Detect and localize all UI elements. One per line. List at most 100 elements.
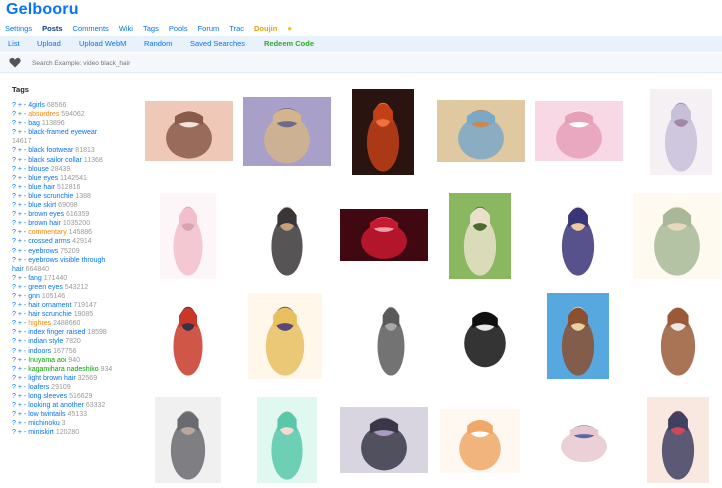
tag-add-link[interactable]: + bbox=[18, 357, 22, 364]
tag-name-link[interactable]: brown eyes bbox=[28, 211, 64, 218]
tag-name-link[interactable]: crossed arms bbox=[28, 238, 70, 245]
subnav-list[interactable]: List bbox=[8, 36, 20, 52]
tag-exclude-link[interactable]: - bbox=[24, 184, 26, 191]
tag-add-link[interactable]: + bbox=[18, 166, 22, 173]
tag-add-link[interactable]: + bbox=[18, 420, 22, 427]
tag-add-link[interactable]: + bbox=[18, 111, 22, 118]
tag-wiki-link[interactable]: ? bbox=[12, 120, 16, 127]
tag-add-link[interactable]: + bbox=[18, 302, 22, 309]
site-logo[interactable]: Gelbooru bbox=[6, 1, 79, 19]
tag-exclude-link[interactable]: - bbox=[24, 220, 26, 227]
subnav-saved-searches[interactable]: Saved Searches bbox=[190, 36, 245, 52]
tag-exclude-link[interactable]: - bbox=[24, 238, 26, 245]
post-thumbnail[interactable] bbox=[160, 293, 216, 379]
tag-name-link[interactable]: hair scrunchie bbox=[28, 311, 72, 318]
tag-wiki-link[interactable]: ? bbox=[12, 375, 16, 382]
subnav-redeem-code[interactable]: Redeem Code bbox=[264, 36, 314, 52]
nav-forum[interactable]: Forum bbox=[198, 23, 220, 35]
tag-wiki-link[interactable]: ? bbox=[12, 420, 16, 427]
tag-wiki-link[interactable]: ? bbox=[12, 284, 16, 291]
post-thumbnail[interactable] bbox=[155, 397, 221, 483]
tag-exclude-link[interactable]: - bbox=[24, 193, 26, 200]
tag-name-link[interactable]: Inuyama aoi bbox=[28, 357, 66, 364]
post-thumbnail[interactable] bbox=[340, 209, 428, 261]
tag-name-link[interactable]: loafers bbox=[28, 384, 49, 391]
tag-name-link[interactable]: indoors bbox=[28, 348, 51, 355]
tag-wiki-link[interactable]: ? bbox=[12, 429, 16, 436]
tag-name-link[interactable]: eyebrows bbox=[28, 248, 58, 255]
tag-wiki-link[interactable]: ? bbox=[12, 357, 16, 364]
tag-wiki-link[interactable]: ? bbox=[12, 338, 16, 345]
tag-exclude-link[interactable]: - bbox=[24, 329, 26, 336]
tag-add-link[interactable]: + bbox=[18, 329, 22, 336]
tag-exclude-link[interactable]: - bbox=[24, 338, 26, 345]
tag-wiki-link[interactable]: ? bbox=[12, 275, 16, 282]
tag-name-link[interactable]: 4girls bbox=[28, 102, 45, 109]
post-thumbnail[interactable] bbox=[535, 101, 623, 161]
tag-wiki-link[interactable]: ? bbox=[12, 302, 16, 309]
tag-name-link[interactable]: green eyes bbox=[28, 284, 63, 291]
tag-wiki-link[interactable]: ? bbox=[12, 175, 16, 182]
tag-exclude-link[interactable]: - bbox=[24, 420, 26, 427]
post-thumbnail[interactable] bbox=[352, 89, 414, 175]
subnav-upload[interactable]: Upload bbox=[37, 36, 61, 52]
post-thumbnail[interactable] bbox=[650, 89, 712, 175]
nav-comments[interactable]: Comments bbox=[73, 23, 109, 35]
tag-add-link[interactable]: + bbox=[18, 348, 22, 355]
post-thumbnail[interactable] bbox=[647, 397, 709, 483]
tag-wiki-link[interactable]: ? bbox=[12, 202, 16, 209]
tag-name-link[interactable]: michinoku bbox=[28, 420, 60, 427]
nav-pools[interactable]: Pools bbox=[169, 23, 188, 35]
post-thumbnail[interactable] bbox=[540, 418, 628, 464]
tag-exclude-link[interactable]: - bbox=[24, 257, 26, 264]
post-thumbnail[interactable] bbox=[445, 300, 525, 370]
post-thumbnail[interactable] bbox=[633, 193, 721, 279]
tag-wiki-link[interactable]: ? bbox=[12, 211, 16, 218]
tag-exclude-link[interactable]: - bbox=[24, 411, 26, 418]
post-thumbnail[interactable] bbox=[257, 397, 317, 483]
tag-add-link[interactable]: + bbox=[18, 129, 22, 136]
tag-wiki-link[interactable]: ? bbox=[12, 111, 16, 118]
tag-wiki-link[interactable]: ? bbox=[12, 184, 16, 191]
tag-wiki-link[interactable]: ? bbox=[12, 220, 16, 227]
tag-add-link[interactable]: + bbox=[18, 402, 22, 409]
tag-name-link[interactable]: black sailor collar bbox=[28, 157, 82, 164]
tag-name-link[interactable]: highres bbox=[28, 320, 51, 327]
tag-exclude-link[interactable]: - bbox=[24, 393, 26, 400]
tag-exclude-link[interactable]: - bbox=[24, 320, 26, 327]
tag-add-link[interactable]: + bbox=[18, 147, 22, 154]
tag-add-link[interactable]: + bbox=[18, 393, 22, 400]
tag-wiki-link[interactable]: ? bbox=[12, 257, 16, 264]
tag-exclude-link[interactable]: - bbox=[24, 284, 26, 291]
nav-doujin[interactable]: Doujin bbox=[254, 23, 277, 35]
tag-wiki-link[interactable]: ? bbox=[12, 402, 16, 409]
tag-add-link[interactable]: + bbox=[18, 366, 22, 373]
tag-add-link[interactable]: + bbox=[18, 193, 22, 200]
tag-add-link[interactable]: + bbox=[18, 338, 22, 345]
tag-wiki-link[interactable]: ? bbox=[12, 348, 16, 355]
tag-name-link[interactable]: blue skirt bbox=[28, 202, 56, 209]
tag-exclude-link[interactable]: - bbox=[24, 248, 26, 255]
post-thumbnail[interactable] bbox=[440, 409, 520, 473]
tag-add-link[interactable]: + bbox=[18, 238, 22, 245]
tag-exclude-link[interactable]: - bbox=[24, 348, 26, 355]
tag-name-link[interactable]: indian style bbox=[28, 338, 63, 345]
tag-add-link[interactable]: + bbox=[18, 284, 22, 291]
tag-name-link[interactable]: blue eyes bbox=[28, 175, 58, 182]
nav-posts[interactable]: Posts bbox=[42, 23, 62, 35]
post-thumbnail[interactable] bbox=[547, 193, 609, 279]
post-thumbnail[interactable] bbox=[547, 293, 609, 379]
tag-name-link[interactable]: commentary bbox=[28, 229, 67, 236]
tag-name-link[interactable]: black-framed eyewear bbox=[28, 129, 97, 136]
tag-wiki-link[interactable]: ? bbox=[12, 411, 16, 418]
tag-add-link[interactable]: + bbox=[18, 184, 22, 191]
tag-add-link[interactable]: + bbox=[18, 384, 22, 391]
tag-add-link[interactable]: + bbox=[18, 320, 22, 327]
tag-name-link[interactable]: blue scrunchie bbox=[28, 193, 73, 200]
tag-wiki-link[interactable]: ? bbox=[12, 248, 16, 255]
tag-name-link[interactable]: long sleeves bbox=[28, 393, 67, 400]
post-thumbnail[interactable] bbox=[365, 293, 417, 379]
tag-wiki-link[interactable]: ? bbox=[12, 157, 16, 164]
tag-wiki-link[interactable]: ? bbox=[12, 129, 16, 136]
tag-exclude-link[interactable]: - bbox=[24, 202, 26, 209]
